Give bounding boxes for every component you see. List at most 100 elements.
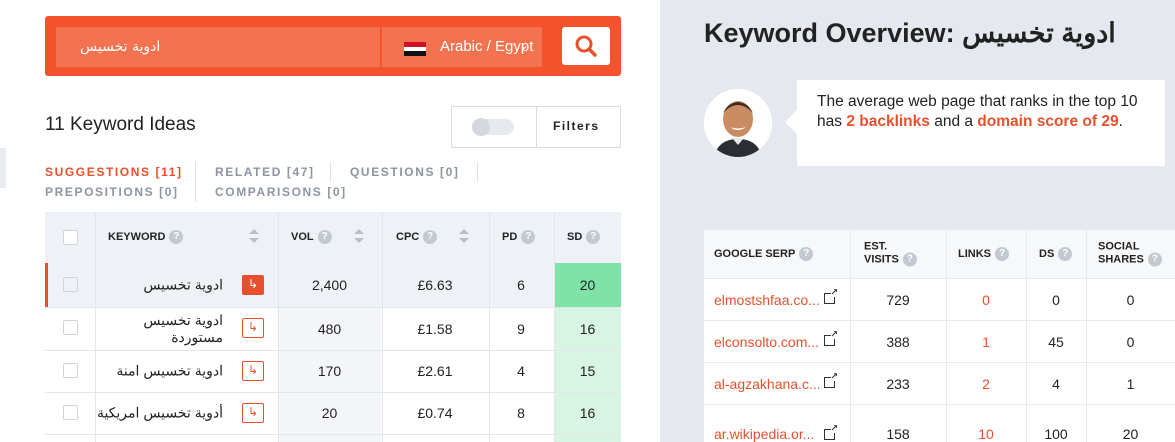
help-icon[interactable]: ? bbox=[1147, 252, 1162, 267]
ds-cell: 0 bbox=[1052, 292, 1060, 308]
shares-cell: 0 bbox=[1126, 334, 1135, 350]
ds-cell: 4 bbox=[1052, 376, 1060, 392]
select-all-checkbox[interactable] bbox=[63, 230, 78, 245]
sd-cell: 20 bbox=[554, 263, 621, 307]
help-icon[interactable]: ? bbox=[902, 252, 917, 267]
header-vol[interactable]: VOL? bbox=[291, 212, 332, 263]
filters-button[interactable]: Filters bbox=[553, 119, 600, 133]
pd-cell: 6 bbox=[517, 277, 525, 293]
ds-cell: 45 bbox=[1048, 334, 1064, 350]
keyword-search-value: ادوية تخسيس bbox=[80, 39, 161, 55]
tab-suggestions[interactable]: SUGGESTIONS [11] bbox=[45, 165, 183, 179]
serp-row: al-agzakhana.c... ↗ 233 2 4 1 bbox=[704, 362, 1175, 404]
help-icon[interactable]: ? bbox=[586, 230, 601, 245]
keyword-cell: ادوية تخسيس مستوردة bbox=[143, 311, 223, 345]
keyword-overview-panel: Keyword Overview: ادوية تخسيس The averag… bbox=[660, 0, 1175, 442]
help-icon[interactable]: ? bbox=[169, 230, 184, 245]
visits-cell: 158 bbox=[886, 426, 910, 442]
pd-cell: 9 bbox=[517, 320, 525, 337]
visits-cell: 729 bbox=[886, 292, 910, 308]
cpc-cell: £0.74 bbox=[417, 405, 453, 421]
keyword-table-header: KEYWORD? VOL? CPC? PD? SD? bbox=[45, 212, 621, 263]
search-bar: ادوية تخسيس Arabic / Egypt ⌄ bbox=[45, 16, 621, 76]
sort-icon[interactable] bbox=[354, 229, 364, 245]
keyword-ideas-panel: ادوية تخسيس Arabic / Egypt ⌄ 11 Keyword … bbox=[0, 0, 660, 442]
links-cell[interactable]: 1 bbox=[946, 321, 1026, 363]
sort-icon[interactable] bbox=[459, 229, 469, 245]
serp-table: GOOGLE SERP? EST. VISITS? LINKS? DS? SOCI… bbox=[704, 230, 1175, 442]
external-link-icon[interactable]: ↗ bbox=[824, 425, 838, 440]
egypt-flag-icon bbox=[404, 42, 426, 56]
table-row[interactable]: أدوية تخسيس امريكية ↳ 20 £0.74 8 16 bbox=[45, 392, 621, 434]
shares-cell: 20 bbox=[1122, 426, 1139, 442]
keyword-detail-button[interactable]: ↳ bbox=[242, 275, 264, 295]
links-cell[interactable]: 10 bbox=[946, 405, 1026, 442]
serp-row: elconsolto.com... ↗ 388 1 45 0 bbox=[704, 320, 1175, 362]
links-cell[interactable]: 0 bbox=[946, 279, 1026, 321]
keyword-cell: أدوية تخسيس امريكية bbox=[96, 404, 223, 421]
visits-cell: 233 bbox=[886, 376, 910, 392]
shares-cell: 0 bbox=[1126, 292, 1135, 308]
header-cpc[interactable]: CPC? bbox=[396, 212, 438, 263]
cpc-cell: £1.58 bbox=[417, 320, 453, 337]
sort-icon[interactable] bbox=[249, 229, 259, 245]
row-checkbox[interactable] bbox=[63, 405, 78, 420]
language-select[interactable]: Arabic / Egypt ⌄ bbox=[382, 27, 542, 67]
header-pd[interactable]: PD? bbox=[502, 212, 536, 263]
left-edge-tab bbox=[0, 148, 6, 188]
help-icon[interactable]: ? bbox=[799, 247, 814, 261]
serp-row: elmostshfaa.co... ↗ 729 0 0 0 bbox=[704, 278, 1175, 320]
ds-cell: 100 bbox=[1044, 426, 1068, 442]
serp-row: ar.wikipedia.or... ↗ 158 10 100 20 bbox=[704, 404, 1175, 442]
keyword-ideas-title: 11 Keyword Ideas bbox=[45, 114, 196, 135]
header-keyword[interactable]: KEYWORD? bbox=[108, 212, 184, 263]
tab-questions[interactable]: QUESTIONS [0] bbox=[350, 165, 459, 179]
keyword-cell: ادوية تخسيس bbox=[143, 276, 223, 293]
row-checkbox[interactable] bbox=[63, 277, 78, 292]
filter-toggle[interactable] bbox=[472, 118, 514, 136]
external-link-icon[interactable]: ↗ bbox=[824, 289, 838, 304]
keyword-detail-button[interactable]: ↳ bbox=[242, 361, 264, 381]
help-icon[interactable]: ? bbox=[423, 230, 438, 245]
tab-related[interactable]: RELATED [47] bbox=[215, 165, 315, 179]
avatar bbox=[704, 89, 772, 157]
sd-cell: 16 bbox=[554, 307, 621, 350]
row-checkbox[interactable] bbox=[63, 320, 78, 335]
shares-cell: 1 bbox=[1126, 376, 1135, 392]
chevron-down-icon: ⌄ bbox=[519, 38, 530, 52]
sd-cell: 15 bbox=[554, 350, 621, 392]
help-icon[interactable]: ? bbox=[1058, 247, 1073, 261]
help-icon[interactable]: ? bbox=[521, 230, 536, 245]
table-row[interactable]: ادوية تخسيس مستوردة ↳ 480 £1.58 9 16 bbox=[45, 307, 621, 350]
search-icon bbox=[575, 35, 597, 57]
filters-box: Filters bbox=[451, 106, 621, 148]
pd-cell: 4 bbox=[517, 363, 525, 379]
links-cell[interactable]: 2 bbox=[946, 363, 1026, 405]
help-icon[interactable]: ? bbox=[317, 230, 332, 245]
cpc-cell: £2.61 bbox=[417, 363, 453, 379]
help-icon[interactable]: ? bbox=[995, 247, 1009, 261]
pd-cell: 8 bbox=[517, 405, 525, 421]
vol-cell: 2,400 bbox=[311, 277, 348, 293]
row-checkbox[interactable] bbox=[63, 363, 78, 378]
external-link-icon[interactable]: ↗ bbox=[824, 331, 838, 346]
keyword-cell: ادوية تخسيس امنة bbox=[116, 362, 223, 379]
keyword-search-input[interactable]: ادوية تخسيس bbox=[56, 27, 380, 67]
insight-bubble: The average web page that ranks in the t… bbox=[785, 80, 1165, 166]
vol-cell: 170 bbox=[278, 350, 381, 392]
keyword-detail-button[interactable]: ↳ bbox=[242, 403, 264, 423]
sd-cell: 16 bbox=[554, 392, 621, 434]
tab-prepositions[interactable]: PREPOSITIONS [0] bbox=[45, 185, 179, 199]
external-link-icon[interactable]: ↗ bbox=[824, 373, 838, 388]
keyword-table: KEYWORD? VOL? CPC? PD? SD? ادوية تخسيس ↳… bbox=[45, 212, 621, 442]
table-row[interactable]: ادوية تخسيس امنة ↳ 170 £2.61 4 15 bbox=[45, 350, 621, 392]
tab-comparisons[interactable]: COMPARISONS [0] bbox=[215, 185, 347, 199]
header-sd[interactable]: SD? bbox=[567, 212, 601, 263]
overview-title: Keyword Overview: ادوية تخسيس bbox=[704, 18, 1116, 48]
serp-table-header: GOOGLE SERP? EST. VISITS? LINKS? DS? SOCI… bbox=[704, 230, 1175, 278]
table-row[interactable] bbox=[45, 434, 621, 442]
vol-cell: 20 bbox=[278, 392, 381, 434]
table-row[interactable]: ادوية تخسيس ↳ 2,400 £6.63 6 20 bbox=[45, 263, 621, 307]
keyword-detail-button[interactable]: ↳ bbox=[242, 318, 264, 338]
search-button[interactable] bbox=[562, 27, 610, 65]
